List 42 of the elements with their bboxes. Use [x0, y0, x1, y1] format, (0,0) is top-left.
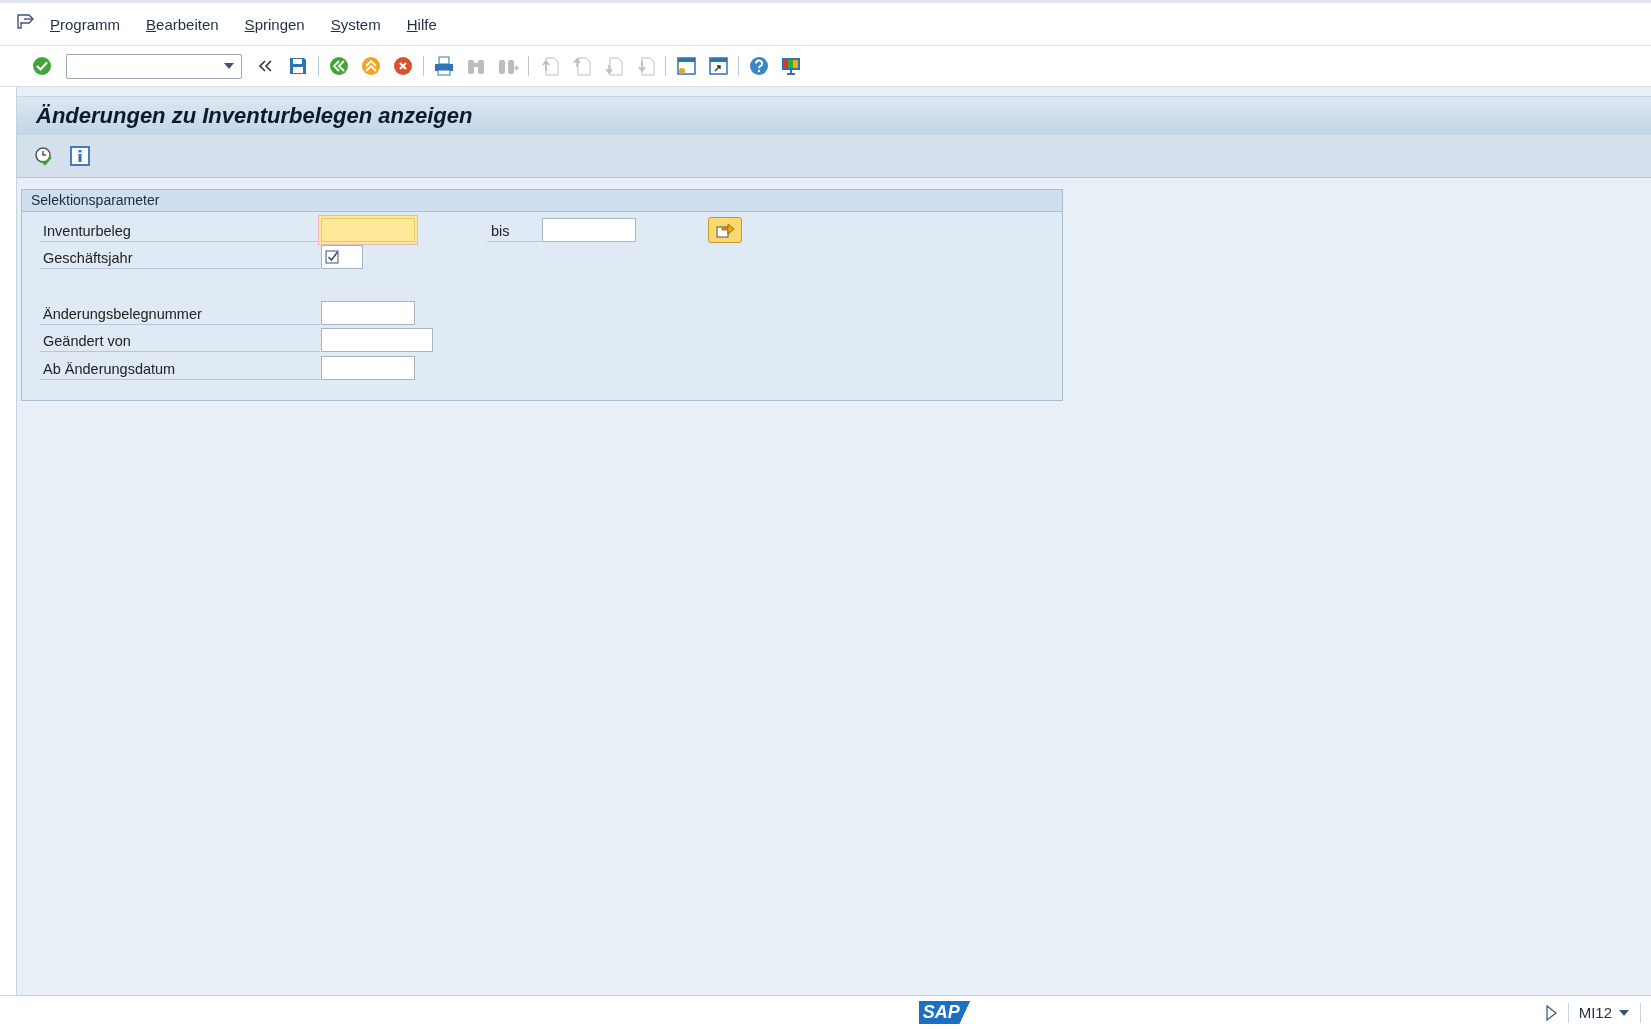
transaction-code[interactable]: MI12: [1578, 1004, 1612, 1021]
back-icon: [328, 55, 350, 77]
help-icon: [748, 55, 770, 77]
input-field[interactable]: [321, 217, 415, 242]
monitor-icon: [780, 55, 802, 77]
menu-item[interactable]: Hilfe: [406, 15, 437, 33]
triangle-icon: [1544, 1004, 1558, 1021]
input-field[interactable]: [321, 300, 415, 325]
save-icon: [287, 55, 309, 77]
checkmark-icon: [325, 250, 339, 265]
multiple-selection-button[interactable]: [708, 216, 742, 243]
menu-item[interactable]: System: [330, 15, 381, 33]
menu-item[interactable]: Programm: [50, 15, 121, 33]
field-label: Änderungsbelegnummer: [40, 300, 320, 325]
print-icon: [433, 55, 455, 77]
enter-icon: [31, 55, 53, 77]
field-label: Geändert von: [40, 328, 320, 353]
input-field[interactable]: [542, 217, 636, 242]
exit-icon: [360, 55, 382, 77]
dropdown-caret-icon: [1618, 1007, 1630, 1018]
field-label: Geschäftsjahr: [40, 245, 320, 270]
info-icon: [69, 145, 91, 167]
input-field[interactable]: [321, 355, 415, 380]
field-label: bis: [487, 217, 541, 242]
new-window-icon: [675, 55, 697, 77]
menu-item[interactable]: Springen: [244, 15, 305, 33]
field-label: Ab Änderungsdatum: [40, 355, 320, 380]
menu-item[interactable]: Bearbeiten: [146, 15, 219, 33]
command-field[interactable]: [66, 53, 242, 79]
shortcut-window-icon: [707, 55, 729, 77]
info-button[interactable]: [67, 143, 93, 169]
previous-page-icon: [570, 55, 592, 77]
clock-check-icon: [33, 145, 55, 167]
menu-icon: [16, 12, 36, 30]
checkbox[interactable]: [321, 245, 363, 270]
screen-title: Änderungen zu Inventurbelegen anzeigen: [36, 103, 473, 129]
cancel-icon: [392, 55, 414, 77]
input-field[interactable]: [321, 328, 433, 353]
group-header: Selektionsparameter: [22, 190, 1062, 212]
expand-button[interactable]: [1544, 1004, 1558, 1021]
next-page-icon: [602, 55, 624, 77]
dropdown-caret-icon: [223, 61, 235, 71]
